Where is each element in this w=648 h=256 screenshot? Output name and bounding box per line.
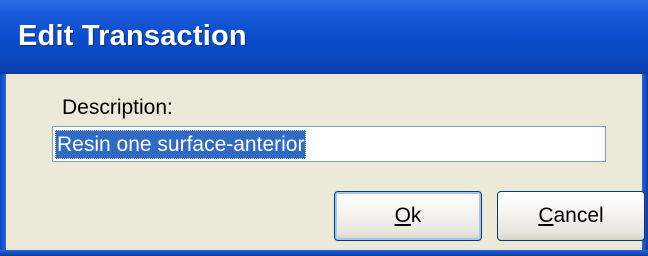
cancel-button[interactable]: Cancel xyxy=(497,191,645,241)
description-input[interactable]: Resin one surface-anterior xyxy=(52,126,606,162)
window-frame-left xyxy=(0,74,6,256)
title-bar[interactable]: Edit Transaction xyxy=(0,0,648,74)
description-label: Description: xyxy=(62,96,173,119)
window-frame-bottom xyxy=(0,250,648,256)
ok-button[interactable]: Ok xyxy=(334,191,482,241)
ok-button-label: k xyxy=(410,204,422,227)
window-title: Edit Transaction xyxy=(18,20,247,52)
edit-transaction-dialog: Edit Transaction Description: Resin one … xyxy=(0,0,648,256)
ok-button-mnemonic: O xyxy=(394,204,411,227)
description-selected-text[interactable]: Resin one surface-anterior xyxy=(55,130,307,159)
cancel-button-mnemonic: C xyxy=(538,204,554,227)
cancel-button-label: ancel xyxy=(553,204,604,227)
